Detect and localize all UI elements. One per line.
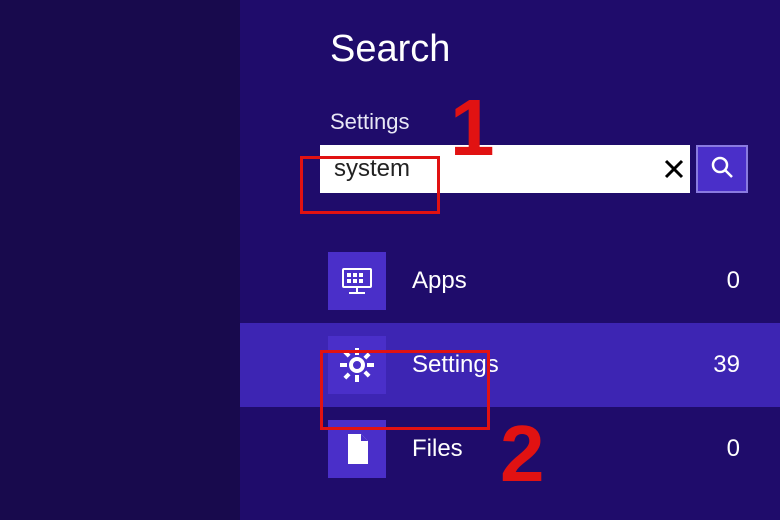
search-input[interactable] <box>320 145 658 193</box>
category-count: 39 <box>713 351 740 379</box>
magnifier-icon <box>709 154 735 185</box>
category-settings[interactable]: Settings 39 <box>240 323 780 407</box>
search-scope-label: Settings <box>330 109 780 135</box>
category-label: Files <box>412 435 727 463</box>
apps-icon <box>328 252 386 310</box>
search-row <box>320 145 780 193</box>
results-pane <box>0 0 240 520</box>
panel-title: Search <box>330 28 780 71</box>
category-count: 0 <box>727 435 740 463</box>
search-input-container <box>320 145 690 193</box>
search-charm-panel: Search Settings <box>240 0 780 520</box>
gear-icon <box>328 336 386 394</box>
search-button[interactable] <box>696 145 748 193</box>
category-list: Apps 0 <box>240 239 780 491</box>
category-label: Apps <box>412 267 727 295</box>
clear-icon[interactable] <box>658 159 690 179</box>
file-icon <box>328 420 386 478</box>
category-apps[interactable]: Apps 0 <box>240 239 780 323</box>
category-label: Settings <box>412 351 713 379</box>
category-count: 0 <box>727 267 740 295</box>
category-files[interactable]: Files 0 <box>240 407 780 491</box>
